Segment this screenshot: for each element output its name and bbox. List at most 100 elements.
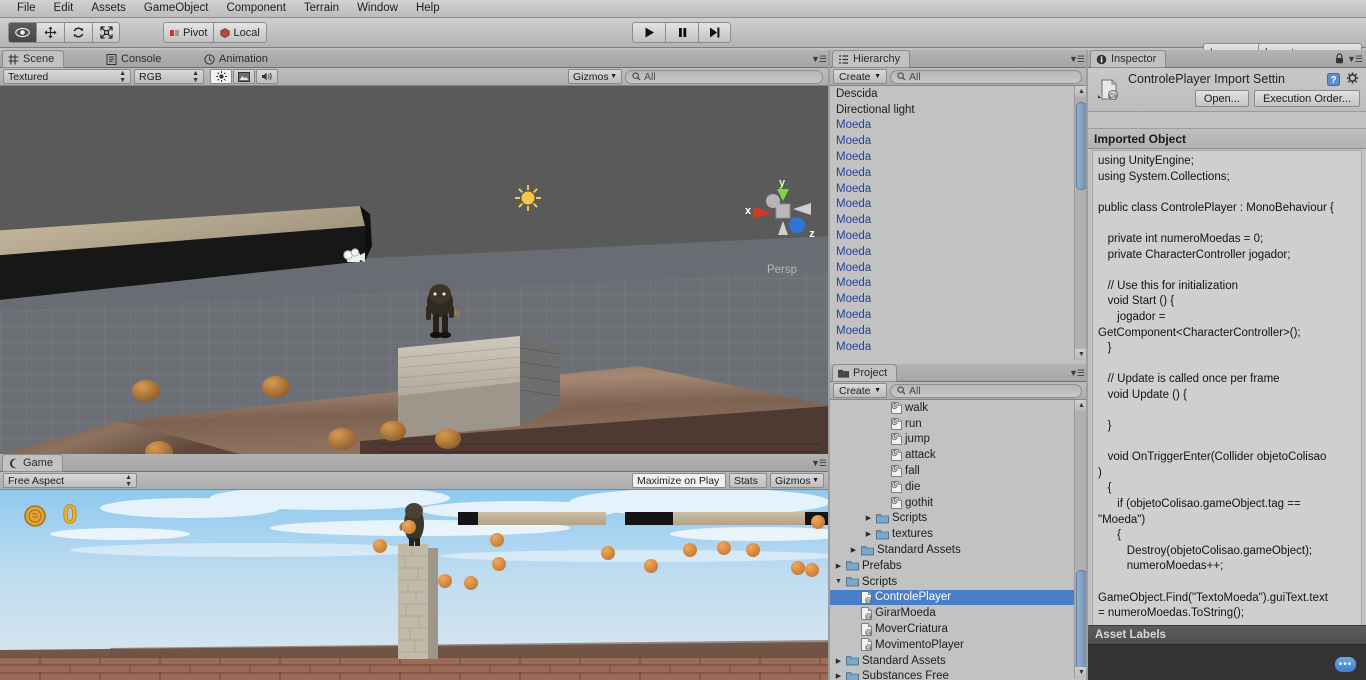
scene-gizmos-dropdown[interactable]: Gizmos ▼ <box>568 69 622 84</box>
fx-toggle-button[interactable] <box>233 69 255 84</box>
tab-project[interactable]: Project <box>832 364 898 382</box>
move-tool-button[interactable] <box>36 22 64 43</box>
gear-icon[interactable] <box>1346 72 1359 88</box>
help-icon[interactable]: ? <box>1327 73 1340 89</box>
chevron-right-icon[interactable]: ▶ <box>834 657 843 665</box>
project-panel-menu-icon[interactable]: ▼☰ <box>1069 368 1085 379</box>
project-item[interactable]: ▶ Prefabs <box>830 558 1088 574</box>
play-button[interactable] <box>632 22 665 43</box>
pause-button[interactable] <box>665 22 698 43</box>
tab-hierarchy[interactable]: Hierarchy <box>832 50 911 68</box>
tab-animation[interactable]: Animation <box>198 50 278 68</box>
vertical-splitter-right[interactable] <box>1086 50 1088 680</box>
menu-item-edit[interactable]: Edit <box>45 0 83 17</box>
hand-tool-button[interactable] <box>8 22 36 43</box>
hierarchy-item[interactable]: Moeda <box>830 181 1088 197</box>
pivot-toggle-button[interactable]: Pivot <box>163 22 214 43</box>
hierarchy-item[interactable]: Moeda <box>830 133 1088 149</box>
tab-inspector[interactable]: Inspector <box>1090 50 1167 68</box>
project-item[interactable]: ▶ textures <box>830 526 1088 542</box>
hierarchy-item[interactable]: Moeda <box>830 323 1088 339</box>
project-search-input[interactable]: All <box>890 383 1082 398</box>
execution-order-button[interactable]: Execution Order... <box>1253 90 1360 107</box>
menu-item-help[interactable]: Help <box>407 0 449 17</box>
project-item[interactable]: C# MoverCriatura <box>830 621 1088 637</box>
chevron-right-icon[interactable]: ▶ <box>834 562 843 570</box>
project-item[interactable]: ▶ Standard Assets <box>830 653 1088 669</box>
inspector-panel-menu-icon[interactable]: ▼☰ <box>1347 54 1363 65</box>
project-item[interactable]: fall <box>830 463 1088 479</box>
hierarchy-item[interactable]: Moeda <box>830 244 1088 260</box>
hierarchy-list[interactable]: Descida Directional light Moeda Moeda Moeda M… <box>830 86 1088 362</box>
open-button[interactable]: Open... <box>1194 90 1249 107</box>
rotate-tool-button[interactable] <box>64 22 92 43</box>
lighting-toggle-button[interactable] <box>210 69 232 84</box>
chevron-right-icon[interactable]: ▶ <box>834 672 843 680</box>
project-item[interactable]: ▶ Substances Free <box>830 669 1088 680</box>
hierarchy-create-button[interactable]: Create ▼ <box>833 69 887 84</box>
project-list[interactable]: walk run jump attack fall die gothit ▶ Scripts ▶ t… <box>830 400 1088 680</box>
project-item[interactable]: C# GirarMoeda <box>830 605 1088 621</box>
maximize-on-play-button[interactable]: Maximize on Play <box>632 473 726 488</box>
tab-scene[interactable]: Scene <box>2 50 65 68</box>
vertical-splitter-left[interactable] <box>828 50 830 680</box>
stats-button[interactable]: Stats <box>729 473 767 488</box>
project-item[interactable]: gothit <box>830 495 1088 511</box>
hierarchy-item[interactable]: Moeda <box>830 276 1088 292</box>
game-gizmos-dropdown[interactable]: Gizmos ▼ <box>770 473 824 488</box>
asset-labels-box[interactable]: ••• <box>1088 644 1366 680</box>
hierarchy-item[interactable]: Moeda <box>830 307 1088 323</box>
aspect-dropdown[interactable]: Free Aspect ▲ ▼ <box>3 473 137 488</box>
scale-tool-button[interactable] <box>92 22 120 43</box>
project-item[interactable]: ▶ Standard Assets <box>830 542 1088 558</box>
project-item[interactable]: C# MovimentoPlayer <box>830 637 1088 653</box>
hierarchy-search-input[interactable]: All <box>890 69 1082 84</box>
hierarchy-item[interactable]: Moeda <box>830 118 1088 134</box>
add-label-button[interactable]: ••• <box>1335 657 1356 672</box>
project-create-button[interactable]: Create ▼ <box>833 383 887 398</box>
draw-mode-dropdown[interactable]: Textured ▲ ▼ <box>3 69 131 84</box>
scene-panel-menu-icon[interactable]: ▼☰ <box>811 54 827 65</box>
hierarchy-item[interactable]: Moeda <box>830 197 1088 213</box>
tab-console[interactable]: Console <box>100 50 171 68</box>
scene-search-input[interactable]: All <box>625 69 823 84</box>
hierarchy-item[interactable]: Directional light <box>830 102 1088 118</box>
hierarchy-item[interactable]: Moeda <box>830 291 1088 307</box>
hierarchy-item[interactable]: Descida <box>830 86 1088 102</box>
color-mode-dropdown[interactable]: RGB ▲ ▼ <box>134 69 204 84</box>
menu-item-component[interactable]: Component <box>217 0 294 17</box>
menu-item-file[interactable]: File <box>8 0 45 17</box>
project-item[interactable]: ▶ Scripts <box>830 511 1088 527</box>
hierarchy-item[interactable]: Moeda <box>830 260 1088 276</box>
menu-item-terrain[interactable]: Terrain <box>295 0 348 17</box>
lock-icon[interactable] <box>1335 53 1344 67</box>
menu-item-window[interactable]: Window <box>348 0 407 17</box>
hierarchy-item[interactable]: Moeda <box>830 228 1088 244</box>
hierarchy-item[interactable]: Moeda <box>830 165 1088 181</box>
step-button[interactable] <box>698 22 731 43</box>
project-item[interactable]: walk <box>830 400 1088 416</box>
project-item[interactable]: run <box>830 416 1088 432</box>
menu-item-gameobject[interactable]: GameObject <box>135 0 218 17</box>
hierarchy-item[interactable]: Moeda <box>830 339 1088 355</box>
chevron-right-icon[interactable]: ▶ <box>864 530 873 538</box>
hierarchy-item[interactable]: Moeda <box>830 212 1088 228</box>
game-viewport[interactable]: 0 <box>0 490 830 680</box>
project-item[interactable]: die <box>830 479 1088 495</box>
game-panel-menu-icon[interactable]: ▼☰ <box>811 458 827 469</box>
project-item[interactable]: ▼ Scripts <box>830 574 1088 590</box>
audio-toggle-button[interactable] <box>256 69 278 84</box>
project-item[interactable]: C# ControlePlayer <box>830 589 1088 606</box>
project-item[interactable]: jump <box>830 432 1088 448</box>
hierarchy-panel-menu-icon[interactable]: ▼☰ <box>1069 54 1085 65</box>
chevron-right-icon[interactable]: ▶ <box>849 546 858 554</box>
chevron-right-icon[interactable]: ▶ <box>864 514 873 522</box>
local-toggle-button[interactable]: Local <box>213 22 267 43</box>
menu-item-assets[interactable]: Assets <box>82 0 135 17</box>
chevron-down-icon[interactable]: ▼ <box>834 578 843 585</box>
project-item[interactable]: attack <box>830 447 1088 463</box>
scene-viewport[interactable]: y x z Persp <box>0 86 830 454</box>
tab-game[interactable]: Game <box>2 454 63 472</box>
hierarchy-item[interactable]: Moeda <box>830 149 1088 165</box>
coin <box>746 543 760 557</box>
